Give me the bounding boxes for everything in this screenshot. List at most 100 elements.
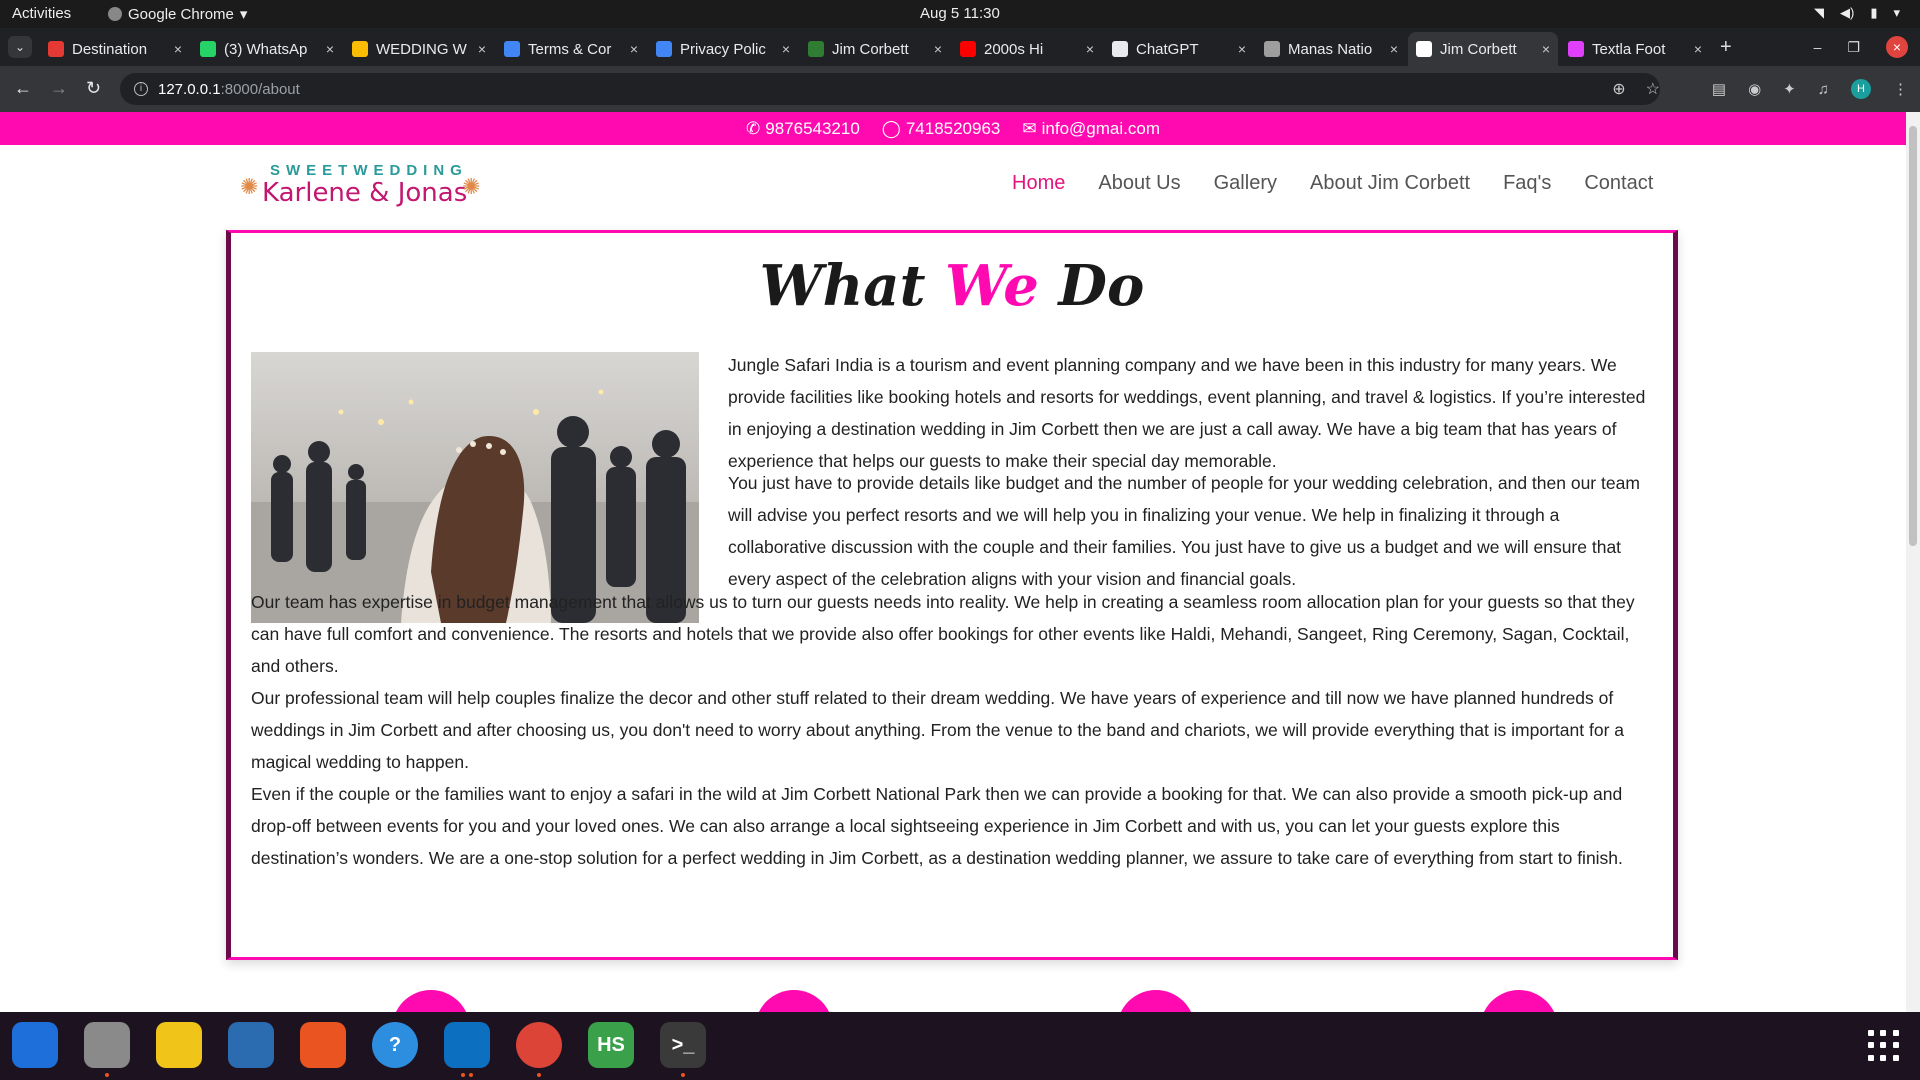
site-info-icon[interactable]: i bbox=[134, 82, 148, 96]
browser-tab[interactable]: Terms & Cor × bbox=[496, 32, 646, 66]
browser-tab[interactable]: Textla Foot × bbox=[1560, 32, 1710, 66]
tab-title: Privacy Polic bbox=[680, 40, 766, 58]
app-menu[interactable]: Google Chrome ▾ bbox=[108, 5, 247, 23]
running-indicator bbox=[461, 1073, 465, 1077]
caret-down-icon: ▾ bbox=[239, 6, 248, 23]
tab-close-icon[interactable]: × bbox=[1694, 41, 1702, 57]
site-logo[interactable]: ✺ SWEETWEDDING Karlene & Jonas ✺ bbox=[240, 162, 485, 212]
logo-top-text: SWEETWEDDING bbox=[270, 162, 468, 179]
tab-close-icon[interactable]: × bbox=[1238, 41, 1246, 57]
whatsapp-contact[interactable]: ◯ 7418520963 bbox=[882, 119, 1001, 139]
tab-title: Destination bbox=[72, 40, 148, 58]
profile-avatar[interactable]: H bbox=[1851, 79, 1871, 99]
address-bar[interactable]: i 127.0.0.1:8000/about bbox=[120, 73, 1660, 105]
thunderbird-icon[interactable] bbox=[12, 1022, 58, 1068]
page-viewport: ✆ 9876543210 ◯ 7418520963 ✉ info@gmai.co… bbox=[0, 112, 1906, 1012]
nav-link[interactable]: Gallery bbox=[1214, 172, 1277, 195]
tab-search-button[interactable]: ⌄ bbox=[8, 36, 32, 58]
browser-tab[interactable]: Privacy Polic × bbox=[648, 32, 798, 66]
system-tray[interactable]: ◥ ◀) ▮ ▾ bbox=[1814, 5, 1900, 21]
whatsapp-number: 7418520963 bbox=[905, 118, 1001, 138]
activities-button[interactable]: Activities bbox=[12, 5, 71, 22]
email-contact[interactable]: ✉ info@gmai.com bbox=[1022, 119, 1160, 139]
nav-link[interactable]: Contact bbox=[1584, 172, 1653, 195]
terminal-icon[interactable]: >_ bbox=[660, 1022, 706, 1068]
paragraph-expertise: Our team has expertise in budget managem… bbox=[251, 592, 1635, 676]
browser-tab[interactable]: Jim Corbett × bbox=[1408, 32, 1558, 66]
browser-tab[interactable]: 2000s Hi × bbox=[952, 32, 1102, 66]
bookmark-star-icon[interactable]: ☆ bbox=[1646, 79, 1660, 99]
section-heading: What We Do bbox=[231, 253, 1673, 319]
browser-tab[interactable]: Manas Natio × bbox=[1256, 32, 1406, 66]
chrome-small-icon bbox=[108, 7, 122, 21]
puzzle-extensions-icon[interactable]: ✦ bbox=[1783, 80, 1796, 98]
writer-icon[interactable] bbox=[228, 1022, 274, 1068]
chrome-icon[interactable] bbox=[516, 1022, 562, 1068]
nav-link[interactable]: About Us bbox=[1098, 172, 1180, 195]
running-indicator bbox=[105, 1073, 109, 1077]
kebab-menu-icon[interactable]: ⋮ bbox=[1893, 80, 1908, 98]
omnibox-actions: ⊕ ☆ bbox=[1612, 79, 1660, 99]
tab-favicon-icon bbox=[1568, 41, 1584, 57]
phone-contact[interactable]: ✆ 9876543210 bbox=[746, 119, 860, 139]
browser-tab[interactable]: WEDDING W × bbox=[344, 32, 494, 66]
main-navigation: Home About Us Gallery About Jim Corbett Faq'… bbox=[1012, 172, 1653, 195]
tab-close-icon[interactable]: × bbox=[630, 41, 638, 57]
heading-part1: What bbox=[759, 253, 945, 319]
browser-toolbar: ← → ↻ i 127.0.0.1:8000/about ⊕ ☆ ▤ ◉ ✦ ♫… bbox=[0, 66, 1920, 112]
browser-tab[interactable]: (3) WhatsAp × bbox=[192, 32, 342, 66]
close-window-button[interactable]: × bbox=[1886, 36, 1908, 58]
hs-icon[interactable]: HS bbox=[588, 1022, 634, 1068]
help-icon[interactable]: ? bbox=[372, 1022, 418, 1068]
extension-doc-icon[interactable]: ▤ bbox=[1712, 80, 1726, 98]
media-controls-icon[interactable]: ♫ bbox=[1818, 81, 1829, 98]
feature-circle bbox=[755, 990, 833, 1012]
tab-close-icon[interactable]: × bbox=[782, 41, 790, 57]
paragraph-intro: Jungle Safari India is a tourism and eve… bbox=[728, 355, 1646, 471]
tab-close-icon[interactable]: × bbox=[1542, 41, 1550, 57]
clock[interactable]: Aug 5 11:30 bbox=[920, 5, 1000, 22]
vscode-icon[interactable] bbox=[444, 1022, 490, 1068]
tab-title: Jim Corbett bbox=[1440, 40, 1517, 58]
rhythmbox-icon[interactable] bbox=[156, 1022, 202, 1068]
tab-title: 2000s Hi bbox=[984, 40, 1044, 58]
scrollbar-thumb[interactable] bbox=[1909, 126, 1917, 546]
camera-extension-icon[interactable]: ◉ bbox=[1748, 80, 1761, 98]
battery-icon: ▮ bbox=[1870, 5, 1878, 20]
tab-close-icon[interactable]: × bbox=[1086, 41, 1094, 57]
nav-link[interactable]: About Jim Corbett bbox=[1310, 172, 1470, 195]
new-tab-button[interactable]: + bbox=[1720, 36, 1732, 59]
tab-title: ChatGPT bbox=[1136, 40, 1199, 58]
software-icon[interactable] bbox=[300, 1022, 346, 1068]
paragraph-decor: Our professional team will help couples … bbox=[251, 688, 1624, 772]
ubuntu-dock: ? HS >_ bbox=[0, 1012, 1920, 1080]
extensions-area: ▤ ◉ ✦ ♫ H ⋮ bbox=[1712, 79, 1908, 99]
show-apps-grid-icon[interactable] bbox=[1868, 1030, 1900, 1062]
tab-favicon-icon bbox=[1416, 41, 1432, 57]
feature-circle bbox=[392, 990, 470, 1012]
page-scrollbar[interactable] bbox=[1906, 112, 1920, 1012]
browser-tab[interactable]: ChatGPT × bbox=[1104, 32, 1254, 66]
minimize-button[interactable]: – bbox=[1814, 39, 1822, 55]
nav-link[interactable]: Faq's bbox=[1503, 172, 1551, 195]
nav-link[interactable]: Home bbox=[1012, 172, 1065, 195]
tab-close-icon[interactable]: × bbox=[1390, 41, 1398, 57]
reload-icon[interactable]: ↻ bbox=[86, 78, 101, 99]
tab-favicon-icon bbox=[352, 41, 368, 57]
maximize-button[interactable]: ❐ bbox=[1847, 39, 1860, 56]
caret-down-icon: ▾ bbox=[1893, 5, 1900, 20]
system-top-bar: Activities Google Chrome ▾ Aug 5 11:30 ◥… bbox=[0, 0, 1920, 28]
back-arrow-icon[interactable]: ← bbox=[14, 78, 32, 99]
forward-arrow-icon[interactable]: → bbox=[50, 78, 68, 99]
tab-close-icon[interactable]: × bbox=[326, 41, 334, 57]
running-indicator bbox=[681, 1073, 685, 1077]
files-icon[interactable] bbox=[84, 1022, 130, 1068]
tab-close-icon[interactable]: × bbox=[174, 41, 182, 57]
tab-close-icon[interactable]: × bbox=[934, 41, 942, 57]
phone-number: 9876543210 bbox=[765, 118, 860, 138]
tab-close-icon[interactable]: × bbox=[478, 41, 486, 57]
zoom-icon[interactable]: ⊕ bbox=[1612, 79, 1625, 99]
browser-tab[interactable]: Destination × bbox=[40, 32, 190, 66]
running-indicator bbox=[469, 1073, 473, 1077]
browser-tab[interactable]: Jim Corbett × bbox=[800, 32, 950, 66]
